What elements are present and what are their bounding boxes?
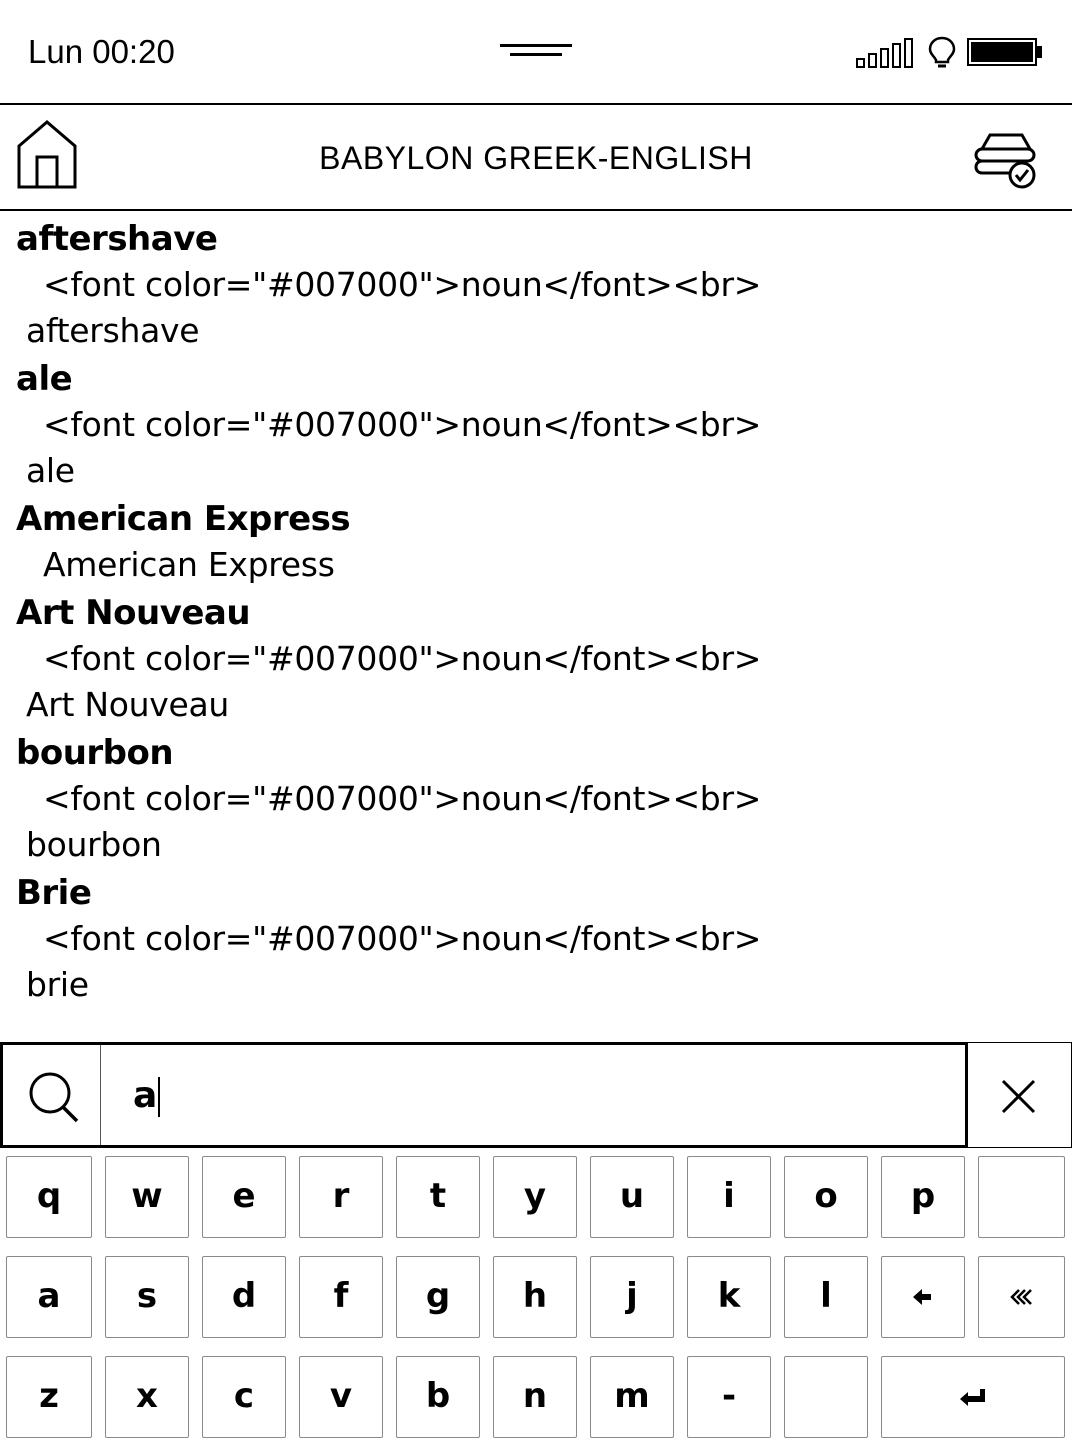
entry-definition: <font color="#007000">noun</font><br>	[43, 779, 762, 818]
key-i[interactable]: i	[687, 1156, 771, 1238]
entry-headword: Art Nouveau	[16, 593, 251, 633]
key-j[interactable]: j	[590, 1256, 674, 1338]
frontlight-icon[interactable]	[928, 36, 956, 70]
key-enter[interactable]	[881, 1356, 1065, 1438]
on-screen-keyboard: q w e r t y u i o p a s d f g h j k l z …	[0, 1148, 1072, 1448]
entry-translation: bourbon	[26, 825, 162, 864]
entry-definition: <font color="#007000">noun</font><br>	[43, 919, 762, 958]
entry-headword: bourbon	[16, 733, 174, 773]
key-d[interactable]: d	[202, 1256, 286, 1338]
search-button[interactable]	[3, 1045, 101, 1145]
key-y[interactable]: y	[493, 1156, 577, 1238]
key-backspace[interactable]	[881, 1256, 965, 1338]
entry-headword: aftershave	[16, 219, 218, 259]
key-u[interactable]: u	[590, 1156, 674, 1238]
key-o[interactable]: o	[784, 1156, 868, 1238]
entry-translation: Art Nouveau	[26, 685, 230, 724]
key-k[interactable]: k	[687, 1256, 771, 1338]
dictionary-select-button[interactable]	[970, 129, 1042, 189]
entry-definition: American Express	[43, 545, 335, 584]
entry-definition: <font color="#007000">noun</font><br>	[43, 639, 762, 678]
key-shift[interactable]	[978, 1256, 1065, 1338]
key-m[interactable]: m	[590, 1356, 674, 1438]
key-f[interactable]: f	[299, 1256, 383, 1338]
search-icon	[29, 1072, 79, 1123]
page-title: BABYLON GREEK-ENGLISH	[319, 140, 753, 176]
title-bar: BABYLON GREEK-ENGLISH	[0, 105, 1072, 211]
result-entry[interactable]: aftershave <font color="#007000">noun</f…	[0, 216, 1072, 354]
status-bar: Lun 00:20	[0, 0, 1072, 105]
entry-headword: Brie	[16, 873, 92, 913]
key-r[interactable]: r	[299, 1156, 383, 1238]
search-input[interactable]: a	[133, 1073, 161, 1119]
key-n[interactable]: n	[493, 1356, 577, 1438]
key-p[interactable]: p	[881, 1156, 965, 1238]
key-h[interactable]: h	[493, 1256, 577, 1338]
result-entry[interactable]: Brie <font color="#007000">noun</font><b…	[0, 870, 1072, 1008]
close-icon	[1001, 1079, 1036, 1114]
search-bar: a	[0, 1042, 1072, 1148]
key-blank-top[interactable]	[978, 1156, 1065, 1238]
entry-definition: <font color="#007000">noun</font><br>	[43, 265, 762, 304]
key-e[interactable]: e	[202, 1156, 286, 1238]
key-g[interactable]: g	[396, 1256, 480, 1338]
result-entry[interactable]: American Express American Express	[0, 496, 1072, 588]
result-entry[interactable]: bourbon <font color="#007000">noun</font…	[0, 730, 1072, 868]
results-list[interactable]: aftershave <font color="#007000">noun</f…	[0, 216, 1072, 1036]
result-entry[interactable]: Art Nouveau <font color="#007000">noun</…	[0, 590, 1072, 728]
wifi-signal-icon	[856, 38, 918, 68]
entry-translation: brie	[26, 965, 89, 1004]
result-entry[interactable]: ale <font color="#007000">noun</font><br…	[0, 356, 1072, 494]
text-caret	[158, 1077, 161, 1117]
backspace-arrow-icon	[913, 1289, 931, 1305]
key-v[interactable]: v	[299, 1356, 383, 1438]
key-z[interactable]: z	[6, 1356, 92, 1438]
key-t[interactable]: t	[396, 1156, 480, 1238]
key-q[interactable]: q	[6, 1156, 92, 1238]
entry-definition: <font color="#007000">noun</font><br>	[43, 405, 762, 444]
status-time: Lun 00:20	[28, 33, 175, 70]
key-hyphen[interactable]: -	[687, 1356, 771, 1438]
battery-icon	[967, 38, 1045, 68]
pull-down-handle-icon[interactable]	[500, 44, 572, 60]
dictionary-check-icon	[974, 133, 1036, 189]
key-x[interactable]: x	[105, 1356, 189, 1438]
key-c[interactable]: c	[202, 1356, 286, 1438]
entry-translation: aftershave	[26, 311, 200, 350]
search-box[interactable]: a	[0, 1042, 968, 1148]
entry-headword: American Express	[16, 499, 351, 539]
entry-headword: ale	[16, 359, 73, 399]
key-blank-bottom[interactable]	[784, 1356, 868, 1438]
enter-arrow-icon	[960, 1389, 985, 1406]
clear-search-button[interactable]	[966, 1042, 1072, 1148]
key-w[interactable]: w	[105, 1156, 189, 1238]
double-chevron-left-icon	[1009, 1289, 1032, 1305]
key-s[interactable]: s	[105, 1256, 189, 1338]
entry-translation: ale	[26, 451, 75, 490]
key-b[interactable]: b	[396, 1356, 480, 1438]
search-input-value: a	[133, 1075, 158, 1116]
key-a[interactable]: a	[6, 1256, 92, 1338]
key-l[interactable]: l	[784, 1256, 868, 1338]
